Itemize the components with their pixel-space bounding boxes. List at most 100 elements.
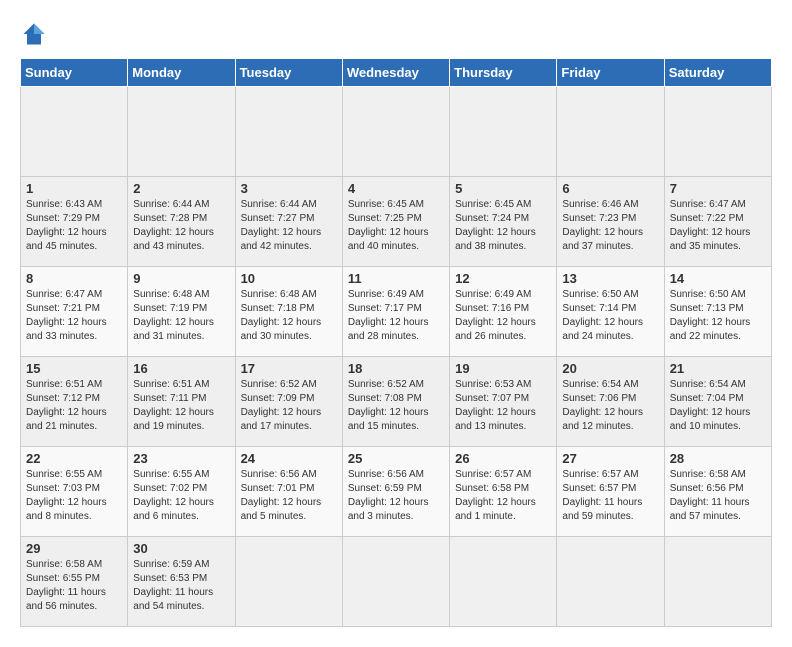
calendar-cell: 22 Sunrise: 6:55 AM Sunset: 7:03 PM Dayl…: [21, 447, 128, 537]
calendar-week-1: [21, 87, 772, 177]
calendar-week-2: 1 Sunrise: 6:43 AM Sunset: 7:29 PM Dayli…: [21, 177, 772, 267]
day-number: 28: [670, 451, 766, 466]
day-info: Sunrise: 6:44 AM Sunset: 7:28 PM Dayligh…: [133, 198, 229, 254]
calendar-cell: [342, 87, 449, 177]
calendar-cell: 13 Sunrise: 6:50 AM Sunset: 7:14 PM Dayl…: [557, 267, 664, 357]
day-number: 22: [26, 451, 122, 466]
day-number: 23: [133, 451, 229, 466]
day-number: 24: [241, 451, 337, 466]
header-day-friday: Friday: [557, 59, 664, 87]
day-number: 11: [348, 271, 444, 286]
calendar-week-3: 8 Sunrise: 6:47 AM Sunset: 7:21 PM Dayli…: [21, 267, 772, 357]
day-number: 9: [133, 271, 229, 286]
calendar-cell: 10 Sunrise: 6:48 AM Sunset: 7:18 PM Dayl…: [235, 267, 342, 357]
calendar-cell: 20 Sunrise: 6:54 AM Sunset: 7:06 PM Dayl…: [557, 357, 664, 447]
calendar-cell: 3 Sunrise: 6:44 AM Sunset: 7:27 PM Dayli…: [235, 177, 342, 267]
calendar-cell: 8 Sunrise: 6:47 AM Sunset: 7:21 PM Dayli…: [21, 267, 128, 357]
calendar-cell: [128, 87, 235, 177]
header-day-monday: Monday: [128, 59, 235, 87]
calendar-cell: 1 Sunrise: 6:43 AM Sunset: 7:29 PM Dayli…: [21, 177, 128, 267]
day-info: Sunrise: 6:51 AM Sunset: 7:12 PM Dayligh…: [26, 378, 122, 434]
day-number: 30: [133, 541, 229, 556]
header-day-thursday: Thursday: [450, 59, 557, 87]
calendar-cell: 24 Sunrise: 6:56 AM Sunset: 7:01 PM Dayl…: [235, 447, 342, 537]
day-number: 29: [26, 541, 122, 556]
calendar-cell: [235, 87, 342, 177]
calendar-cell: 19 Sunrise: 6:53 AM Sunset: 7:07 PM Dayl…: [450, 357, 557, 447]
day-number: 20: [562, 361, 658, 376]
day-number: 5: [455, 181, 551, 196]
day-info: Sunrise: 6:56 AM Sunset: 6:59 PM Dayligh…: [348, 468, 444, 524]
day-number: 8: [26, 271, 122, 286]
day-number: 2: [133, 181, 229, 196]
day-number: 12: [455, 271, 551, 286]
calendar-cell: [235, 537, 342, 627]
day-number: 18: [348, 361, 444, 376]
calendar-cell: 16 Sunrise: 6:51 AM Sunset: 7:11 PM Dayl…: [128, 357, 235, 447]
day-info: Sunrise: 6:55 AM Sunset: 7:03 PM Dayligh…: [26, 468, 122, 524]
day-info: Sunrise: 6:48 AM Sunset: 7:18 PM Dayligh…: [241, 288, 337, 344]
day-number: 3: [241, 181, 337, 196]
calendar-cell: 15 Sunrise: 6:51 AM Sunset: 7:12 PM Dayl…: [21, 357, 128, 447]
day-info: Sunrise: 6:43 AM Sunset: 7:29 PM Dayligh…: [26, 198, 122, 254]
calendar-cell: 12 Sunrise: 6:49 AM Sunset: 7:16 PM Dayl…: [450, 267, 557, 357]
calendar-cell: 9 Sunrise: 6:48 AM Sunset: 7:19 PM Dayli…: [128, 267, 235, 357]
calendar-week-4: 15 Sunrise: 6:51 AM Sunset: 7:12 PM Dayl…: [21, 357, 772, 447]
day-number: 27: [562, 451, 658, 466]
calendar-header-row: SundayMondayTuesdayWednesdayThursdayFrid…: [21, 59, 772, 87]
calendar-cell: [557, 87, 664, 177]
header-day-sunday: Sunday: [21, 59, 128, 87]
calendar-cell: [21, 87, 128, 177]
calendar-cell: 7 Sunrise: 6:47 AM Sunset: 7:22 PM Dayli…: [664, 177, 771, 267]
calendar-cell: [450, 87, 557, 177]
calendar-cell: 29 Sunrise: 6:58 AM Sunset: 6:55 PM Dayl…: [21, 537, 128, 627]
calendar-table: SundayMondayTuesdayWednesdayThursdayFrid…: [20, 58, 772, 627]
day-info: Sunrise: 6:48 AM Sunset: 7:19 PM Dayligh…: [133, 288, 229, 344]
calendar-week-5: 22 Sunrise: 6:55 AM Sunset: 7:03 PM Dayl…: [21, 447, 772, 537]
day-number: 16: [133, 361, 229, 376]
calendar-cell: [450, 537, 557, 627]
day-number: 6: [562, 181, 658, 196]
day-info: Sunrise: 6:59 AM Sunset: 6:53 PM Dayligh…: [133, 558, 229, 614]
calendar-cell: 30 Sunrise: 6:59 AM Sunset: 6:53 PM Dayl…: [128, 537, 235, 627]
day-info: Sunrise: 6:47 AM Sunset: 7:21 PM Dayligh…: [26, 288, 122, 344]
calendar-cell: [342, 537, 449, 627]
header-day-saturday: Saturday: [664, 59, 771, 87]
day-info: Sunrise: 6:51 AM Sunset: 7:11 PM Dayligh…: [133, 378, 229, 434]
day-number: 14: [670, 271, 766, 286]
calendar-cell: 11 Sunrise: 6:49 AM Sunset: 7:17 PM Dayl…: [342, 267, 449, 357]
calendar-cell: [664, 537, 771, 627]
calendar-cell: 6 Sunrise: 6:46 AM Sunset: 7:23 PM Dayli…: [557, 177, 664, 267]
day-info: Sunrise: 6:47 AM Sunset: 7:22 PM Dayligh…: [670, 198, 766, 254]
day-number: 15: [26, 361, 122, 376]
logo-icon: [20, 20, 48, 48]
day-number: 10: [241, 271, 337, 286]
day-info: Sunrise: 6:53 AM Sunset: 7:07 PM Dayligh…: [455, 378, 551, 434]
calendar-cell: 27 Sunrise: 6:57 AM Sunset: 6:57 PM Dayl…: [557, 447, 664, 537]
day-info: Sunrise: 6:46 AM Sunset: 7:23 PM Dayligh…: [562, 198, 658, 254]
calendar-cell: 17 Sunrise: 6:52 AM Sunset: 7:09 PM Dayl…: [235, 357, 342, 447]
day-info: Sunrise: 6:55 AM Sunset: 7:02 PM Dayligh…: [133, 468, 229, 524]
day-info: Sunrise: 6:44 AM Sunset: 7:27 PM Dayligh…: [241, 198, 337, 254]
day-number: 19: [455, 361, 551, 376]
day-info: Sunrise: 6:58 AM Sunset: 6:55 PM Dayligh…: [26, 558, 122, 614]
day-number: 13: [562, 271, 658, 286]
day-info: Sunrise: 6:54 AM Sunset: 7:06 PM Dayligh…: [562, 378, 658, 434]
day-info: Sunrise: 6:54 AM Sunset: 7:04 PM Dayligh…: [670, 378, 766, 434]
calendar-cell: 25 Sunrise: 6:56 AM Sunset: 6:59 PM Dayl…: [342, 447, 449, 537]
day-number: 7: [670, 181, 766, 196]
calendar-cell: [664, 87, 771, 177]
day-info: Sunrise: 6:45 AM Sunset: 7:24 PM Dayligh…: [455, 198, 551, 254]
day-info: Sunrise: 6:58 AM Sunset: 6:56 PM Dayligh…: [670, 468, 766, 524]
header-day-wednesday: Wednesday: [342, 59, 449, 87]
day-number: 26: [455, 451, 551, 466]
day-info: Sunrise: 6:50 AM Sunset: 7:13 PM Dayligh…: [670, 288, 766, 344]
day-info: Sunrise: 6:57 AM Sunset: 6:58 PM Dayligh…: [455, 468, 551, 524]
calendar-cell: 26 Sunrise: 6:57 AM Sunset: 6:58 PM Dayl…: [450, 447, 557, 537]
calendar-cell: 23 Sunrise: 6:55 AM Sunset: 7:02 PM Dayl…: [128, 447, 235, 537]
day-info: Sunrise: 6:52 AM Sunset: 7:08 PM Dayligh…: [348, 378, 444, 434]
day-number: 1: [26, 181, 122, 196]
day-number: 25: [348, 451, 444, 466]
day-number: 21: [670, 361, 766, 376]
calendar-cell: 21 Sunrise: 6:54 AM Sunset: 7:04 PM Dayl…: [664, 357, 771, 447]
